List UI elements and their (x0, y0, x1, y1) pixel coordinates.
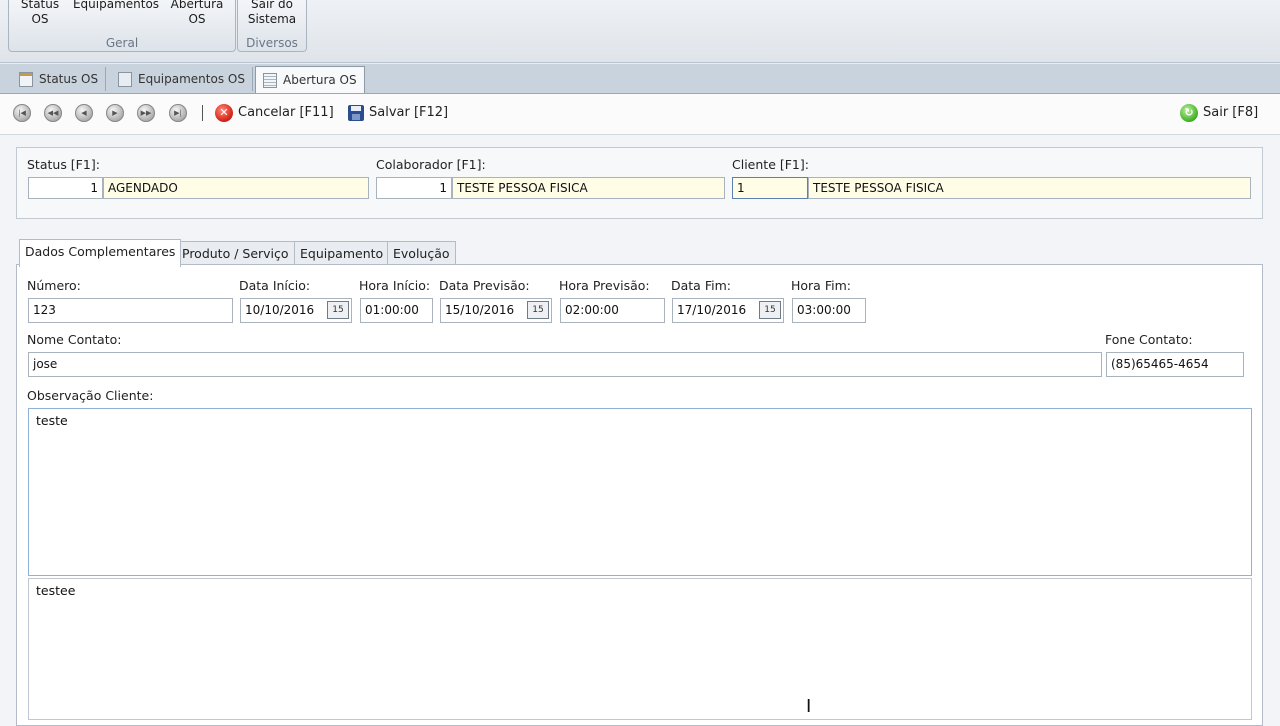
table-icon (19, 71, 33, 87)
group-caption-diversos: Diversos (246, 36, 298, 50)
equipamentos-button[interactable]: Equipamentos (71, 0, 161, 12)
prior-record-button[interactable]: ◀ (75, 104, 93, 122)
text-cursor-icon: I (806, 696, 812, 717)
doc-tab-equipamentos-os[interactable]: Equipamentos OS (111, 67, 253, 91)
doc-tab-label: Status OS (39, 72, 99, 86)
data-previsao-input[interactable]: 15/10/2016 15 (440, 298, 552, 323)
observacao-cliente-textarea[interactable]: teste (28, 408, 1252, 576)
fone-contato-label: Fone Contato: (1105, 332, 1193, 347)
cliente-code-input[interactable]: 1 (732, 177, 808, 199)
tab-dados-complementares[interactable]: Dados Complementares (19, 239, 182, 267)
last-record-button[interactable]: ▶| (169, 104, 187, 122)
exit-button[interactable]: ↻ Sair [F8] (1180, 102, 1258, 124)
document-icon (118, 71, 132, 87)
status-name-field: AGENDADO (103, 177, 369, 199)
status-os-label: Status OS (20, 0, 60, 26)
data-inicio-value: 10/10/2016 (245, 303, 315, 317)
colaborador-name-field: TESTE PESSOA FISICA (452, 177, 725, 199)
next-record-button[interactable]: ▶ (106, 104, 124, 122)
hora-fim-label: Hora Fim: (791, 278, 851, 293)
colaborador-label: Colaborador [F1]: (376, 157, 486, 172)
abertura-os-button[interactable]: Abertura OS (167, 0, 227, 27)
first-record-button[interactable]: |◀ (13, 104, 31, 122)
status-os-button[interactable]: Status OS (15, 0, 65, 27)
exit-label: Sair [F8] (1203, 105, 1259, 120)
status-label: Status [F1]: (27, 157, 100, 172)
doc-tab-abertura-os[interactable]: Abertura OS (255, 66, 365, 93)
data-inicio-label: Data Início: (239, 278, 311, 293)
doc-tab-label: Equipamentos OS (138, 72, 245, 86)
prior-page-button[interactable]: ◀◀ (44, 104, 62, 122)
data-previsao-label: Data Previsão: (439, 278, 530, 293)
calendar-icon[interactable]: 15 (527, 301, 549, 319)
save-button[interactable]: Salvar [F12] (348, 102, 448, 124)
data-fim-label: Data Fim: (671, 278, 731, 293)
observacao-cliente-label: Observação Cliente: (27, 388, 154, 403)
next-icon: ▶ (112, 109, 118, 117)
data-fim-input[interactable]: 17/10/2016 15 (672, 298, 784, 323)
data-fim-value: 17/10/2016 (677, 303, 747, 317)
cliente-name-field: TESTE PESSOA FISICA (808, 177, 1251, 199)
fone-contato-input[interactable]: (85)65465-4654 (1106, 352, 1244, 377)
tab-evolucao[interactable]: Evolução (387, 241, 456, 266)
numero-input[interactable]: 123 (28, 298, 233, 323)
tab-produto-servico[interactable]: Produto / Serviço (176, 241, 295, 266)
notepad-icon (263, 72, 277, 88)
equipamentos-label: Equipamentos (72, 0, 160, 11)
cliente-label: Cliente [F1]: (732, 157, 809, 172)
calendar-icon[interactable]: 15 (759, 301, 781, 319)
hora-previsao-label: Hora Previsão: (559, 278, 650, 293)
observacao-textarea[interactable]: testee (28, 578, 1252, 720)
nome-contato-label: Nome Contato: (27, 332, 122, 347)
floppy-icon (348, 105, 364, 121)
abertura-os-label: Abertura OS (170, 0, 224, 26)
doc-tab-status-os[interactable]: Status OS (12, 67, 107, 91)
hora-fim-input[interactable]: 03:00:00 (792, 298, 866, 323)
nome-contato-input[interactable]: jose (28, 352, 1102, 377)
doc-tab-label: Abertura OS (283, 73, 357, 87)
cancel-label: Cancelar [F11] (238, 105, 334, 120)
hora-inicio-input[interactable]: 01:00:00 (360, 298, 433, 323)
sair-do-sistema-label: Sair do Sistema (247, 0, 297, 26)
save-label: Salvar [F12] (369, 105, 449, 120)
numero-label: Número: (27, 278, 81, 293)
ribbon: Status OS Equipamentos Abertura OS Geral… (0, 0, 1280, 63)
prior-page-icon: ◀◀ (47, 109, 59, 117)
data-inicio-input[interactable]: 10/10/2016 15 (240, 298, 352, 323)
data-previsao-value: 15/10/2016 (445, 303, 515, 317)
sair-do-sistema-button[interactable]: Sair do Sistema (240, 0, 304, 27)
colaborador-code-input[interactable]: 1 (376, 177, 452, 199)
hora-previsao-input[interactable]: 02:00:00 (560, 298, 665, 323)
cancel-button[interactable]: ✕ Cancelar [F11] (215, 102, 334, 124)
ribbon-group-diversos: Sair do Sistema Diversos (237, 0, 307, 52)
ribbon-group-geral: Status OS Equipamentos Abertura OS Geral (8, 0, 236, 52)
hora-inicio-label: Hora Início: (359, 278, 431, 293)
toolbar: |◀ ◀◀ ◀ ▶ ▶▶ ▶| ✕ Cancelar [F11] Salvar … (0, 94, 1280, 135)
cancel-icon: ✕ (215, 104, 233, 122)
last-icon: ▶| (174, 109, 182, 117)
next-page-button[interactable]: ▶▶ (137, 104, 155, 122)
group-caption-geral: Geral (105, 36, 139, 50)
first-icon: |◀ (18, 109, 26, 117)
toolbar-separator (202, 105, 203, 121)
exit-icon: ↻ (1180, 104, 1198, 122)
document-tabs: Status OS Equipamentos OS Abertura OS (0, 63, 1280, 94)
status-code-input[interactable]: 1 (28, 177, 103, 199)
prior-icon: ◀ (81, 109, 87, 117)
next-page-icon: ▶▶ (140, 109, 152, 117)
tab-equipamento[interactable]: Equipamento (294, 241, 390, 266)
calendar-icon[interactable]: 15 (327, 301, 349, 319)
